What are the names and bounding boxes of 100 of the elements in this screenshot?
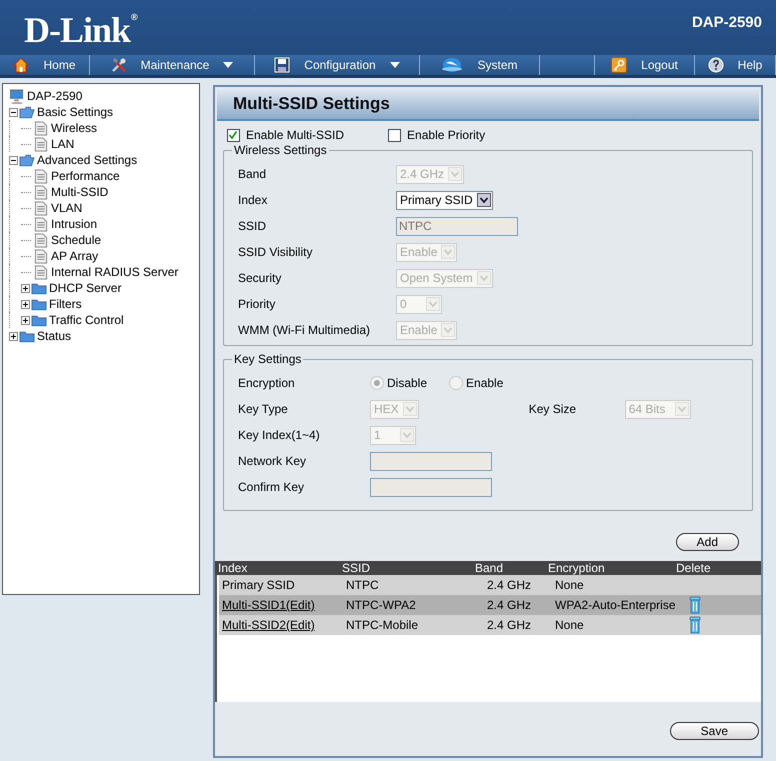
- folder-icon: [31, 280, 47, 296]
- field-label: Confirm Key: [238, 480, 306, 494]
- table-cell: Primary SSID: [222, 578, 295, 592]
- field-label: SSID: [238, 219, 268, 233]
- nav-item[interactable]: Maintenance: [90, 55, 255, 75]
- panel-title: Multi-SSID Settings: [217, 89, 759, 121]
- field-label: Index: [238, 193, 268, 207]
- tree-item[interactable]: Multi-SSID: [51, 185, 108, 199]
- logo: D-Link$^{®}$: [24, 9, 137, 49]
- document-icon: [33, 248, 49, 264]
- field-label: Key Index(1~4): [238, 428, 321, 442]
- field-label: Network Key: [238, 454, 308, 468]
- document-icon: [33, 264, 49, 280]
- nav-spacer: [540, 55, 595, 75]
- column-header: SSID: [342, 561, 372, 575]
- table-cell: None: [555, 578, 584, 592]
- column-header: Band: [475, 561, 504, 575]
- tree-item[interactable]: VLAN: [51, 201, 82, 215]
- document-icon: [33, 184, 49, 200]
- checkbox[interactable]: [388, 128, 402, 142]
- column-header: Index: [217, 561, 248, 575]
- document-icon: [33, 216, 49, 232]
- section-title: Key Settings: [233, 352, 302, 366]
- column-header: Delete: [676, 561, 711, 575]
- table-cell: WPA2-Auto-Enterprise: [555, 598, 676, 612]
- field-label: Priority: [238, 297, 276, 311]
- nav-item[interactable]: Help: [695, 55, 776, 75]
- document-icon: [33, 120, 49, 136]
- document-icon: [33, 232, 49, 248]
- caret-icon: [441, 245, 456, 259]
- tree-item[interactable]: Intrusion: [51, 217, 98, 231]
- field-label: Key Size: [528, 402, 578, 416]
- nav-item[interactable]: Configuration: [255, 55, 420, 75]
- field-label: Security: [238, 271, 282, 285]
- column-header: Encryption: [548, 561, 606, 575]
- nav-item[interactable]: Home: [0, 55, 90, 75]
- caret-icon: [476, 193, 491, 207]
- caret-icon: [674, 402, 689, 416]
- tree-item[interactable]: Filters: [49, 297, 82, 311]
- trash-icon[interactable]: [689, 596, 701, 614]
- tree-item[interactable]: Performance: [51, 169, 120, 183]
- radio-label: Disable: [387, 376, 428, 390]
- table-cell: 2.4 GHz: [487, 598, 532, 612]
- tree-item[interactable]: DHCP Server: [49, 281, 122, 295]
- key-icon: [611, 57, 628, 73]
- edit-link[interactable]: Multi-SSID1(Edit): [222, 598, 315, 612]
- tree-item[interactable]: Wireless: [51, 121, 98, 135]
- checkbox[interactable]: [227, 128, 240, 142]
- tree-item[interactable]: AP Array: [51, 249, 98, 263]
- field-label: SSID Visibility: [238, 245, 314, 259]
- home-icon: [13, 57, 30, 73]
- caret-icon: [426, 297, 440, 311]
- tree-item[interactable]: Schedule: [51, 233, 102, 247]
- tree-item[interactable]: Internal RADIUS Server: [51, 265, 178, 279]
- trash-icon[interactable]: [689, 616, 701, 634]
- expander-icon[interactable]: [9, 332, 18, 340]
- caret-icon: [476, 271, 491, 285]
- add-button[interactable]: Add: [676, 533, 739, 551]
- tree-item[interactable]: LAN: [51, 137, 74, 151]
- field-label: Key Type: [238, 402, 289, 416]
- expander-icon[interactable]: [21, 316, 30, 324]
- table-cell: 2.4 GHz: [487, 578, 532, 592]
- document-icon: [33, 168, 49, 184]
- tools-icon: [110, 57, 127, 73]
- save-button[interactable]: Save: [670, 722, 759, 740]
- expander-icon[interactable]: [21, 300, 30, 308]
- radio-label: Enable: [466, 376, 504, 390]
- model-name: DAP-2590: [692, 14, 762, 31]
- nav-item[interactable]: Logout: [595, 55, 695, 75]
- expander-icon[interactable]: [9, 156, 18, 164]
- caret-icon: [402, 402, 417, 416]
- field-label: Encryption: [238, 376, 296, 390]
- folder-icon: [31, 312, 47, 328]
- tree-item[interactable]: Basic Settings: [37, 105, 114, 119]
- tree-item[interactable]: Status: [37, 329, 72, 343]
- tree-item[interactable]: DAP-2590: [27, 89, 82, 103]
- table-cell: NTPC-Mobile: [346, 618, 418, 632]
- folder-icon: [31, 296, 47, 312]
- edit-link[interactable]: Multi-SSID2(Edit): [222, 618, 315, 632]
- tree-item[interactable]: Advanced Settings: [37, 153, 138, 167]
- table-cell: None: [555, 618, 584, 632]
- tree-item[interactable]: Traffic Control: [49, 313, 124, 327]
- table-cell: 2.4 GHz: [487, 618, 532, 632]
- field-label: WMM (Wi-Fi Multimedia): [238, 323, 371, 337]
- checkbox-label: Enable Priority: [407, 128, 486, 142]
- expander-icon[interactable]: [21, 284, 30, 292]
- globe-icon: [441, 57, 464, 73]
- field-label: Band: [238, 167, 268, 181]
- table-cell: NTPC: [346, 578, 379, 592]
- computer-icon: [9, 88, 25, 104]
- table-cell: NTPC-WPA2: [346, 598, 416, 612]
- help-icon: [708, 57, 724, 73]
- caret-icon: [441, 323, 456, 337]
- select-field[interactable]: Primary SSID: [396, 190, 493, 210]
- caret-icon: [448, 167, 462, 181]
- section-title: Wireless Settings: [233, 143, 328, 157]
- expander-icon[interactable]: [9, 108, 18, 116]
- nav-item[interactable]: System: [420, 55, 540, 75]
- document-icon: [33, 136, 49, 152]
- document-icon: [33, 200, 49, 216]
